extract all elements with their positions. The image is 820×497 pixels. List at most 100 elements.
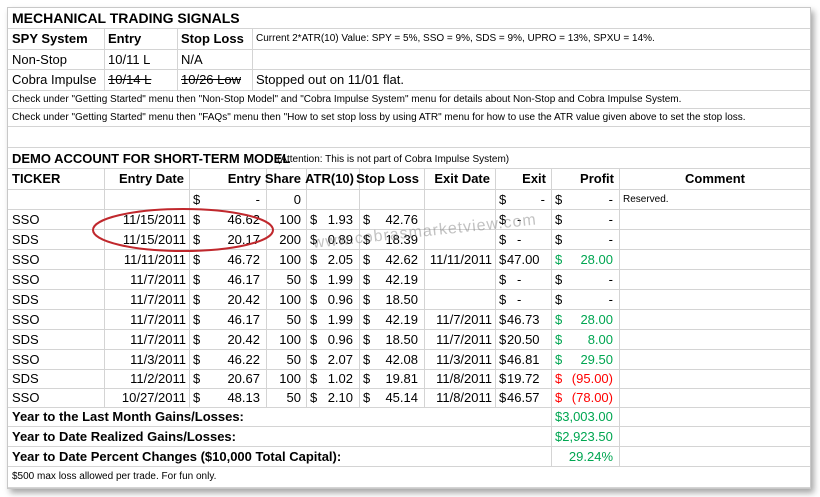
cell-exit: $19.72 bbox=[496, 369, 552, 388]
signals-header-system: SPY System bbox=[8, 29, 105, 49]
cell-stop-value: 42.19 bbox=[385, 272, 418, 287]
summary-value: $2,923.50 bbox=[552, 427, 620, 446]
table-row: SSO 11/3/2011 $46.22 50 $2.07 $42.08 11/3/2011… bbox=[8, 350, 810, 370]
signal-system: Non-Stop bbox=[8, 50, 105, 69]
cell-profit: $ - bbox=[552, 290, 620, 309]
summary-label-text: Year to the Last Month Gains/Losses: bbox=[12, 409, 244, 424]
cell-entry-value: 20.42 bbox=[227, 332, 260, 347]
summary-row: Year to Date Percent Changes ($10,000 To… bbox=[8, 447, 810, 467]
cell-entry-value: 46.17 bbox=[227, 312, 260, 327]
cell-entry-value: 46.22 bbox=[227, 352, 260, 367]
dollar-sign: $ bbox=[499, 352, 507, 367]
cell-entry-date-value: 11/2/2011 bbox=[130, 371, 186, 386]
cell-stop-value: 45.14 bbox=[385, 390, 418, 405]
cell-atr-value: 2.05 bbox=[327, 252, 353, 267]
cell-stop: $42.62 bbox=[360, 250, 425, 269]
cell-entry: $20.42 bbox=[190, 330, 267, 349]
signal-entry-text: 10/11 L bbox=[108, 52, 151, 67]
cell-exit-date-value: 11/3/2011 bbox=[436, 352, 492, 367]
cell-ticker-value: SDS bbox=[12, 232, 39, 247]
cell-profit-value: - bbox=[608, 232, 613, 247]
cell-exit: $46.81 bbox=[496, 350, 552, 369]
cell-ticker-value: SSO bbox=[12, 352, 40, 367]
cell-stop-value: 42.76 bbox=[385, 212, 418, 227]
dollar-sign: $ bbox=[310, 371, 318, 386]
summary-value-text: 29.24% bbox=[568, 449, 613, 464]
cell-share-value: 200 bbox=[279, 232, 301, 247]
cell-entry: $20.42 bbox=[190, 290, 267, 309]
summary-blank bbox=[620, 427, 810, 446]
summary-value: $3,003.00 bbox=[552, 407, 620, 426]
cell-profit-value: - bbox=[608, 292, 613, 307]
cell-exit-value: 46.73 bbox=[507, 312, 540, 327]
signal-entry-text: 10/14 L bbox=[108, 72, 152, 87]
dollar-sign: $ bbox=[363, 332, 371, 347]
cell-exit: $47.00 bbox=[496, 250, 552, 269]
cell-exit: $ - bbox=[496, 190, 552, 209]
header-ticker: TICKER bbox=[8, 169, 105, 189]
cell-profit: $ (95.00) bbox=[552, 369, 620, 388]
cell-exit: $ - bbox=[496, 290, 552, 309]
cell-exit-value: - bbox=[517, 212, 522, 227]
cell-profit-value: 28.00 bbox=[580, 252, 613, 267]
dollar-sign: $ bbox=[363, 312, 371, 327]
signals-header-row: SPY System Entry Stop Loss Current 2*ATR… bbox=[8, 29, 810, 50]
table-row: SSO 11/7/2011 $46.17 50 $1.99 $42.19 $ - $ - bbox=[8, 270, 810, 290]
dollar-sign: $ bbox=[499, 212, 507, 227]
table-row: SSO 10/27/2011 $48.13 50 $2.10 $45.14 11/8/201… bbox=[8, 388, 810, 408]
cell-stop-value: 18.50 bbox=[385, 292, 418, 307]
cell-share-value: 50 bbox=[286, 272, 301, 287]
cell-entry-date: 11/2/2011 bbox=[105, 369, 190, 388]
cell-entry-date: 10/27/2011 bbox=[105, 388, 190, 407]
dollar-sign: $ bbox=[555, 371, 563, 386]
dollar-sign: $ bbox=[555, 252, 563, 267]
cell-share-value: 100 bbox=[279, 371, 301, 386]
cell-entry-value: 20.67 bbox=[227, 371, 260, 386]
dollar-sign: $ bbox=[310, 212, 318, 227]
cell-atr-value: 0.96 bbox=[327, 292, 353, 307]
highlight-oval-shape bbox=[92, 208, 274, 252]
cell-share: 100 bbox=[267, 369, 307, 388]
cell-atr-value: 0.96 bbox=[327, 332, 353, 347]
signal-entry: 10/14 L bbox=[105, 70, 178, 90]
cell-profit: $ - bbox=[552, 190, 620, 209]
cell-profit-value: - bbox=[608, 212, 613, 227]
cell-exit-date: 11/11/2011 bbox=[425, 250, 496, 269]
cell-share-value: 50 bbox=[286, 390, 301, 405]
dollar-sign: $ bbox=[193, 352, 201, 367]
cell-profit-value: 28.00 bbox=[580, 312, 613, 327]
cell-entry-date: 11/7/2011 bbox=[105, 270, 190, 289]
signal-system: Cobra Impulse bbox=[8, 70, 105, 90]
cell-entry: $46.17 bbox=[190, 270, 267, 289]
cell-comment bbox=[620, 290, 810, 309]
signal-note: Stopped out on 11/01 flat. bbox=[253, 70, 810, 90]
cell-entry-date-value: 11/3/2011 bbox=[130, 352, 186, 367]
cell-exit-date bbox=[425, 190, 496, 209]
cell-stop bbox=[360, 190, 425, 209]
cell-ticker-value: SSO bbox=[12, 390, 40, 405]
summary-label: Year to Date Realized Gains/Losses: bbox=[8, 427, 552, 446]
header-atr-label: ATR(10) bbox=[305, 171, 354, 186]
header-exit-date-label: Exit Date bbox=[434, 171, 490, 186]
cell-exit: $46.73 bbox=[496, 310, 552, 329]
cell-profit-value: (95.00) bbox=[571, 371, 613, 386]
note-row: Check under "Getting Started" menu then … bbox=[8, 109, 810, 127]
cell-stop: $45.14 bbox=[360, 388, 425, 407]
cell-exit-value: 46.57 bbox=[507, 390, 540, 405]
signal-note bbox=[253, 50, 810, 69]
cell-ticker-value: SSO bbox=[12, 252, 40, 267]
cell-stop-value: 18.50 bbox=[385, 332, 418, 347]
signal-stop: 10/26 Low bbox=[178, 70, 253, 90]
cell-comment bbox=[620, 230, 810, 249]
cell-exit-date bbox=[425, 230, 496, 249]
demo-attention: (Attention: This is not part of Cobra Im… bbox=[277, 154, 510, 165]
cell-profit-value: 8.00 bbox=[587, 332, 613, 347]
dollar-sign: $ bbox=[310, 352, 318, 367]
title-text: MECHANICAL TRADING SIGNALS bbox=[12, 10, 240, 26]
dollar-sign: $ bbox=[499, 252, 507, 267]
cell-exit-date: 11/7/2011 bbox=[425, 330, 496, 349]
cell-exit-date bbox=[425, 210, 496, 229]
dollar-sign: $ bbox=[499, 292, 507, 307]
atr-note: Current 2*ATR(10) Value: SPY = 5%, SSO =… bbox=[253, 29, 810, 49]
header-comment-label: Comment bbox=[685, 171, 745, 186]
